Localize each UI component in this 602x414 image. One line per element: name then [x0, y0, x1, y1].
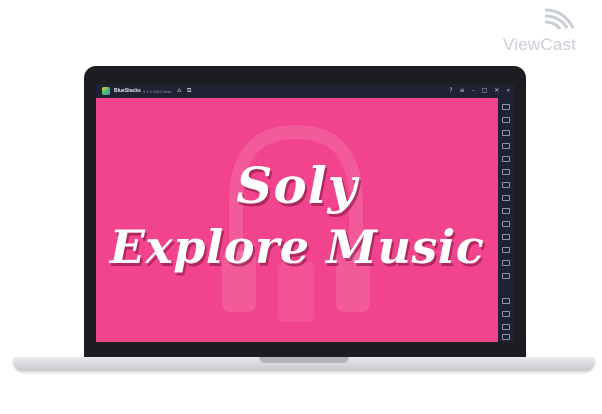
app-name: BlueStacks: [114, 88, 141, 94]
location-icon[interactable]: [502, 221, 510, 227]
minimize-icon[interactable]: –: [472, 84, 475, 98]
watermark-text: ViewCast: [503, 35, 577, 54]
screenshot-icon[interactable]: [502, 169, 510, 175]
volume-down-icon[interactable]: [502, 130, 510, 136]
sync-icon[interactable]: [502, 273, 510, 279]
android-home-icon[interactable]: [502, 324, 510, 330]
shake-icon[interactable]: [502, 195, 510, 201]
app-splash-screen: Soly Explore Music: [96, 98, 498, 342]
multi-instance-side-icon[interactable]: [502, 247, 510, 253]
collapse-icon[interactable]: «: [506, 84, 510, 98]
eco-mode-icon[interactable]: [502, 260, 510, 266]
fullscreen-icon[interactable]: [502, 104, 510, 110]
home-icon[interactable]: ⌂: [177, 84, 181, 98]
bluestacks-window: BlueStacks 5.4.0.1063 Beta ⌂ ⧉ ? ≡ – □ ✕…: [96, 84, 514, 342]
folder-icon[interactable]: [502, 234, 510, 240]
help-icon[interactable]: ?: [449, 84, 452, 98]
viewcast-watermark: ViewCast: [500, 6, 600, 54]
close-icon[interactable]: ✕: [494, 84, 499, 98]
app-version: 5.4.0.1063 Beta: [142, 88, 172, 94]
volume-up-icon[interactable]: [502, 117, 510, 123]
window-titlebar: BlueStacks 5.4.0.1063 Beta ⌂ ⧉ ? ≡ – □ ✕…: [96, 84, 514, 98]
laptop-notch: [259, 357, 349, 363]
keyboard-icon[interactable]: [502, 156, 510, 162]
multi-instance-icon[interactable]: ⧉: [187, 84, 191, 98]
bluestacks-logo-icon: [102, 87, 110, 95]
back-icon[interactable]: [502, 311, 510, 317]
rotate-icon[interactable]: [502, 182, 510, 188]
maximize-icon[interactable]: □: [482, 84, 488, 98]
window-controls: ? ≡ – □ ✕ «: [442, 84, 510, 98]
app-tagline: Explore Music: [109, 220, 485, 274]
menu-icon[interactable]: ≡: [460, 84, 465, 98]
macro-icon[interactable]: [502, 208, 510, 214]
bluestacks-sidebar: [498, 98, 514, 342]
wifi-signal-icon: [544, 8, 575, 30]
recent-apps-icon[interactable]: [502, 334, 510, 340]
settings-icon[interactable]: [502, 298, 510, 304]
app-title: Soly: [236, 156, 358, 215]
screen-record-icon[interactable]: [502, 143, 510, 149]
